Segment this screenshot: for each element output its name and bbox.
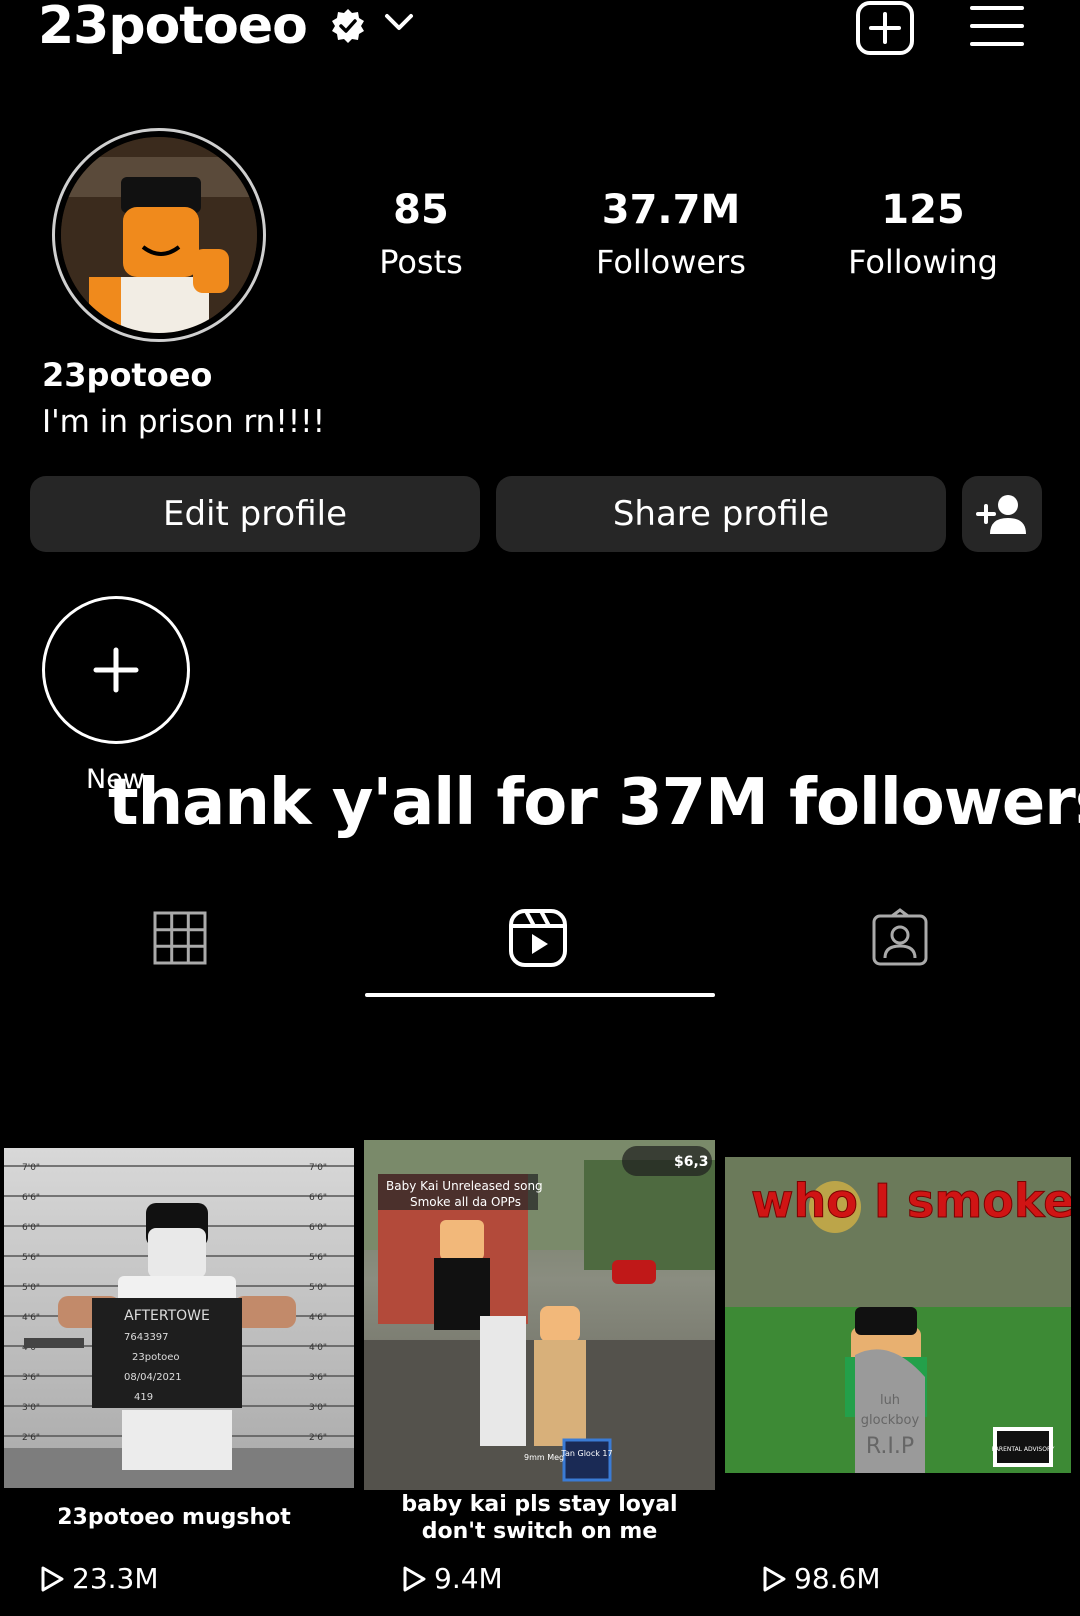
share-profile-button[interactable]: Share profile [496,476,946,552]
verified-badge-icon [332,9,364,43]
height-mark: 3'6" [22,1373,40,1383]
stat-following[interactable]: 125 Following [813,186,1033,282]
thumb-overlay-text: Tan Glock 17 [560,1449,612,1458]
height-mark: 6'0" [309,1223,327,1233]
height-mark: 3'0" [309,1403,327,1413]
discover-people-button[interactable] [962,476,1042,552]
reel-thumbnail-1[interactable]: 7'0" 6'6" 6'0" 5'6" 5'0" 4'6" 4'0" 3'6" … [4,1148,354,1488]
reel-thumbnail-2[interactable]: Baby Kai Unreleased song Smoke all da OP… [364,1140,715,1490]
height-mark: 2'6" [22,1433,40,1443]
stat-posts[interactable]: 85 Posts [311,186,531,282]
play-icon [41,1566,64,1591]
reel-views-2: 9.4M [402,1562,503,1595]
edit-profile-button[interactable]: Edit profile [30,476,480,552]
reel-views-count: 23.3M [72,1562,159,1595]
stat-following-label: Following [848,243,998,281]
stat-followers-label: Followers [596,243,746,281]
mugshot-board-line: AFTERTOWE [124,1308,210,1324]
parental-advisory-label: PARENTAL ADVISORY [992,1446,1055,1453]
thumb-overlay-text: R.I.P [866,1434,914,1459]
thumb-overlay-text: glockboy [861,1413,920,1428]
height-mark: 5'0" [22,1283,40,1293]
reel-views-count: 9.4M [434,1562,503,1595]
stat-posts-value: 85 [393,187,449,233]
height-mark: 6'0" [22,1223,40,1233]
profile-username[interactable]: 23potoeo [38,0,308,58]
height-mark: 7'0" [22,1163,40,1173]
reel-views-count: 98.6M [794,1562,881,1595]
overlay-caption: thank y'all for 37M followers [108,766,1080,840]
height-mark: 6'6" [22,1193,40,1203]
height-mark: 4'0" [309,1343,327,1353]
display-name: 23potoeo [42,356,213,394]
create-post-icon[interactable] [855,0,915,56]
plus-icon [93,647,139,693]
height-mark: 3'6" [309,1373,327,1383]
height-mark: 2'6" [309,1433,327,1443]
height-mark: 7'0" [309,1163,327,1173]
add-person-icon [976,495,1026,534]
mugshot-board-line: 419 [134,1392,153,1403]
tagged-icon[interactable] [870,908,930,968]
reel-thumbnail-3[interactable]: who I smoke luh glockboy R.I.P PARENTAL … [725,1157,1071,1473]
height-mark: 5'6" [22,1253,40,1263]
mugshot-board-line: 08/04/2021 [124,1372,182,1383]
active-tab-indicator [365,993,715,997]
height-mark: 4'6" [22,1313,40,1323]
new-highlight-button[interactable] [42,596,190,744]
reel-views-1: 23.3M [40,1562,159,1595]
thumb-overlay-text: 9mm Meg [524,1453,564,1462]
reel-caption-1: 23potoeo mugshot [57,1505,291,1530]
thumb-overlay-text: $6,3 [674,1154,709,1170]
avatar[interactable] [52,128,266,342]
avatar-image [61,137,257,333]
grid-icon[interactable] [150,908,210,968]
height-mark: 5'0" [309,1283,327,1293]
thumb-overlay-text: who I smoke [751,1174,1071,1228]
reel-caption-2: baby kai pls stay loyal don't switch on … [401,1492,678,1544]
stat-posts-label: Posts [379,243,463,281]
reels-icon[interactable] [508,908,568,968]
mugshot-board-line: 7643397 [124,1332,169,1343]
thumb-overlay-text: Baby Kai Unreleased song [386,1179,543,1193]
bio-text: I'm in prison rn!!!! [42,404,326,440]
height-mark: 5'6" [309,1253,327,1263]
reel-views-3: 98.6M [762,1562,881,1595]
play-icon [403,1566,426,1591]
mugshot-board-line: 23potoeo [132,1352,180,1363]
thumb-overlay-text: luh [880,1393,900,1408]
height-mark: 3'0" [22,1403,40,1413]
play-icon [763,1566,786,1591]
chevron-down-icon[interactable] [384,12,414,34]
height-mark: 6'6" [309,1193,327,1203]
height-mark: 4'6" [309,1313,327,1323]
stat-followers-value: 37.7M [601,187,741,233]
thumb-overlay-text: Smoke all da OPPs [410,1195,521,1209]
menu-icon[interactable] [970,4,1024,48]
stat-followers[interactable]: 37.7M Followers [561,186,781,282]
stat-following-value: 125 [881,187,965,233]
